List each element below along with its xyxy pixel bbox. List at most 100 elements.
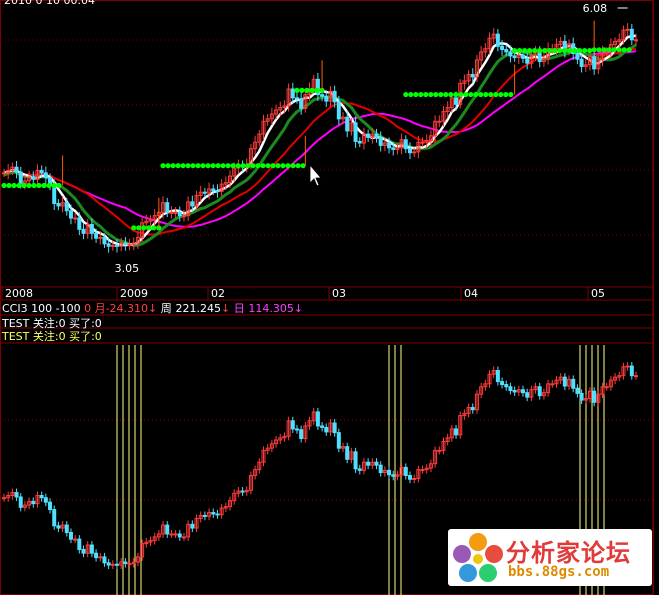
flower-logo-icon (453, 533, 503, 582)
support-dot-2 (195, 163, 201, 169)
candle-body-84 (353, 122, 358, 142)
support-dot-4 (503, 91, 509, 98)
support-dot-0 (1, 182, 7, 189)
candle-body-26 (110, 244, 115, 247)
support-dot-1 (131, 225, 137, 231)
support-dot-0 (21, 182, 27, 189)
support-dot-3 (294, 87, 300, 93)
lower-candle-body-82 (345, 446, 350, 460)
candle-body-77 (324, 95, 329, 102)
support-dot-2 (180, 163, 186, 169)
candle-body-119 (500, 45, 505, 50)
lower-candle-body-87 (366, 461, 371, 466)
candle-body-82 (345, 116, 350, 132)
lower-candle-body-11 (48, 501, 53, 511)
candle-body-121 (508, 51, 513, 57)
candle-body-122 (512, 55, 517, 59)
lower-candle-body-12 (52, 509, 57, 527)
day-arrow: ↓ (293, 302, 304, 315)
support-dot-3 (309, 87, 315, 93)
support-dot-2 (245, 163, 251, 169)
support-dot-2 (200, 163, 206, 169)
date-label-1: 2009 (120, 287, 148, 300)
lower-candle-body-13 (56, 525, 61, 529)
lower-candle-body-136 (571, 378, 576, 389)
candle-body-70 (294, 97, 299, 100)
support-dot-4 (493, 91, 499, 98)
lower-candle-body-71 (299, 429, 304, 440)
candle-body-93 (391, 147, 396, 150)
lower-candle-body-112 (470, 406, 475, 411)
candle-body-97 (407, 148, 412, 154)
candle-body-25 (106, 243, 111, 247)
candle-body-151 (634, 39, 638, 42)
support-dot-3 (304, 87, 310, 93)
lower-candle-body-137 (575, 387, 580, 394)
lower-candle-body-80 (336, 432, 341, 449)
test-line-1: TEST 关注:0 买了:0 (2, 317, 102, 330)
support-dot-2 (280, 163, 286, 169)
lower-candle-body-0 (2, 497, 6, 500)
lower-candle-body-75 (315, 411, 320, 427)
lower-candle-body-77 (324, 426, 329, 433)
support-dot-5 (567, 48, 573, 54)
support-dot-4 (463, 91, 469, 98)
support-dot-3 (314, 87, 320, 93)
test-line-2: TEST 关注:0 买了:0 (2, 330, 102, 343)
cci-indicator-line: CCI3 100 -100 0 月-24.310↓ 周:221.245↓ 日:1… (2, 302, 304, 315)
candle-body-22 (94, 232, 99, 239)
support-dot-5 (522, 48, 528, 54)
support-dot-4 (508, 91, 514, 98)
support-dot-0 (41, 182, 47, 189)
candle-body-18 (77, 217, 82, 230)
support-dot-2 (165, 163, 171, 169)
support-dot-5 (512, 48, 518, 54)
date-label-3: 03 (332, 287, 346, 300)
support-dot-5 (557, 48, 563, 54)
lower-candle-body-122 (512, 389, 517, 393)
ma-magenta-line (3, 50, 637, 228)
lower-candle-body-92 (387, 469, 392, 476)
support-dot-2 (275, 163, 281, 169)
lower-candle-body-104 (437, 449, 442, 452)
candle-body-137 (575, 53, 580, 60)
support-dot-5 (572, 48, 578, 54)
lower-candle-body-3 (14, 492, 19, 498)
lower-candle-body-85 (357, 468, 362, 471)
candle-body-29 (123, 242, 128, 246)
support-dot-5 (527, 48, 533, 54)
support-dot-4 (488, 91, 494, 98)
candle-body-96 (403, 139, 408, 150)
lower-candle-body-96 (403, 466, 408, 477)
support-dot-4 (408, 91, 414, 98)
cci-params: 100 -100 (31, 302, 81, 315)
lower-candle-body-69 (290, 420, 295, 430)
ma-green-band (3, 43, 637, 247)
support-dot-6 (606, 47, 612, 53)
lower-candle-body-57 (240, 490, 245, 493)
candle-body-85 (357, 140, 362, 144)
lower-candle-body-22 (94, 552, 99, 559)
chart-canvas[interactable]: 6.08 3.05 2008 2009 02 03 04 05 2010 0 10 00.04 (0, 0, 659, 595)
lower-candle-body-124 (520, 389, 525, 394)
support-dot-1 (151, 225, 157, 231)
support-dot-2 (215, 163, 221, 169)
lower-candle-body-42 (177, 533, 182, 538)
candle-body-15 (64, 202, 69, 212)
candle-body-112 (470, 73, 475, 78)
support-dot-6 (616, 47, 622, 53)
ma-white-line (3, 34, 637, 247)
lower-candle-body-134 (562, 376, 567, 387)
support-dot-0 (56, 182, 62, 189)
candle-body-124 (520, 54, 525, 59)
date-label-0: 2008 (5, 287, 33, 300)
support-dot-0 (6, 182, 12, 189)
candle-body-21 (89, 223, 94, 234)
candle-body-92 (387, 142, 392, 149)
support-dot-2 (210, 163, 216, 169)
price-low-label: 3.05 (115, 262, 140, 275)
watermark-url: bbs.88gs.com (508, 564, 610, 580)
support-dot-2 (255, 163, 261, 169)
candle-body-104 (437, 120, 442, 123)
candle-body-87 (366, 133, 371, 138)
